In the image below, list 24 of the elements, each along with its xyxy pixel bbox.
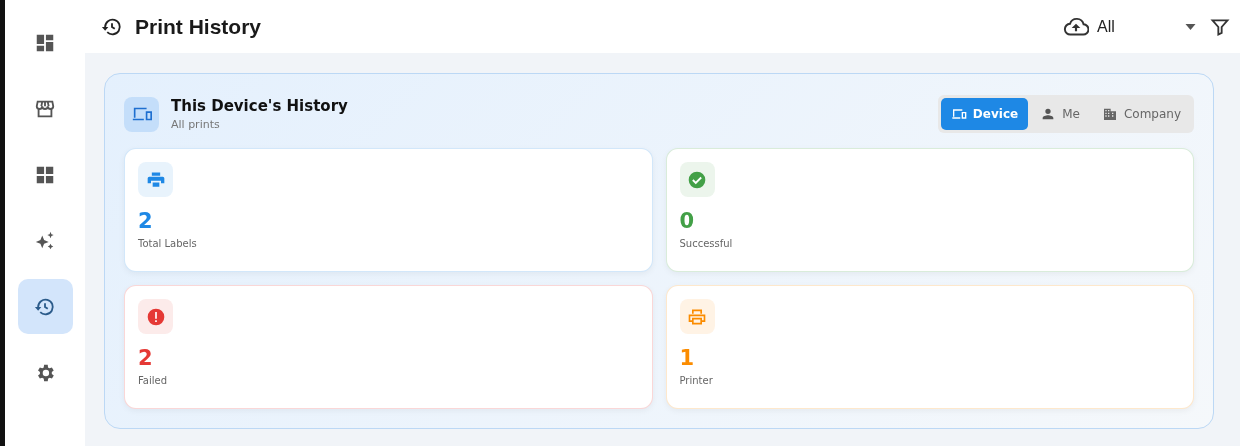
stat-label: Total Labels: [138, 238, 197, 249]
filter-button[interactable]: [1210, 16, 1230, 37]
filter-icon: [1210, 16, 1230, 37]
nav-button[interactable]: [17, 279, 73, 334]
page-title: Print History: [135, 14, 262, 39]
scope-tab[interactable]: Company: [1091, 98, 1191, 130]
alert-icon: [145, 306, 166, 327]
caret-icon: [1185, 23, 1196, 30]
building-icon: [1101, 106, 1118, 122]
stat-value: 2: [138, 346, 153, 370]
stat-value: 2: [138, 209, 153, 233]
stat-value: 1: [679, 346, 695, 370]
scope-tab[interactable]: Me: [1030, 98, 1090, 130]
sparkle-icon: [34, 229, 56, 252]
device-icon: [950, 106, 967, 122]
stat-value: 0: [679, 209, 695, 233]
stat-label: Failed: [138, 375, 168, 386]
panel-title: This Device's History: [171, 97, 348, 115]
stat-label: Successful: [679, 238, 733, 249]
source-dropdown[interactable]: All: [1063, 13, 1196, 40]
scope-tab[interactable]: Device: [940, 98, 1029, 130]
panel-subtitle: All prints: [171, 118, 221, 131]
check-circle-icon: [687, 169, 707, 190]
stat-label: Printer: [679, 375, 713, 386]
